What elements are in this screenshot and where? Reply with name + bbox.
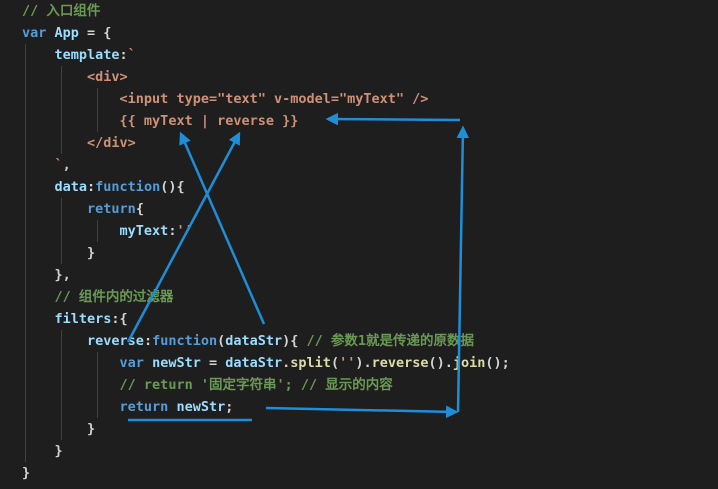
- code-token: },: [54, 267, 71, 283]
- code-token: :: [87, 179, 96, 195]
- code-token: <div>: [87, 69, 128, 85]
- code-token: data: [54, 179, 88, 195]
- code-editor[interactable]: // 入口组件 var App = { template:` <div> <inp…: [0, 0, 718, 489]
- code-token: template: [54, 47, 120, 63]
- code-line[interactable]: <div>: [22, 66, 128, 88]
- arrow-datastr-to-mytext: [179, 131, 266, 325]
- code-token: newStr: [176, 399, 226, 415]
- code-token: =: [200, 355, 226, 371]
- code-token: {{ myText | reverse }}: [119, 113, 299, 129]
- code-token: // 组件内的过滤器: [54, 289, 174, 305]
- code-token: function: [95, 179, 161, 195]
- code-token: reverse: [87, 333, 144, 349]
- code-token: <input type="text" v-model="myText" />: [119, 91, 429, 107]
- code-token: </div>: [87, 135, 136, 151]
- code-token: // 参数1就是传递的原数据: [306, 333, 475, 349]
- code-token: dataStr: [225, 333, 283, 349]
- code-line[interactable]: return{: [22, 198, 144, 220]
- code-line[interactable]: // return '固定字符串'; // 显示的内容: [22, 374, 393, 396]
- code-token: // return '固定字符串'; // 显示的内容: [119, 377, 393, 393]
- code-token: (){: [160, 179, 185, 195]
- arrow-to-output: [325, 112, 461, 126]
- code-token: :: [119, 47, 128, 63]
- code-line[interactable]: var App = {: [22, 22, 111, 44]
- code-line[interactable]: var newStr = dataStr.split('').reverse()…: [22, 352, 510, 374]
- code-token: }: [87, 421, 96, 437]
- code-token: '': [176, 223, 193, 239]
- arrow-return-right: [265, 405, 459, 419]
- code-line[interactable]: }: [22, 418, 95, 440]
- code-token: reverse: [371, 355, 429, 371]
- code-token: filters: [54, 311, 112, 327]
- code-line[interactable]: myText:'': [22, 220, 193, 242]
- code-token: ,: [62, 157, 71, 173]
- code-token: }: [87, 245, 96, 261]
- code-token: App: [54, 25, 79, 41]
- code-token: newStr: [152, 355, 201, 371]
- code-line[interactable]: </div>: [22, 132, 136, 154]
- code-token: (: [330, 355, 340, 371]
- code-token: return: [119, 399, 169, 415]
- code-token: {: [135, 201, 144, 217]
- code-token: var: [22, 25, 47, 41]
- code-line[interactable]: // 入口组件: [22, 0, 100, 22]
- code-token: var: [119, 355, 144, 371]
- code-token: }: [54, 443, 63, 459]
- code-token: // 入口组件: [22, 3, 101, 19]
- code-token: join: [452, 355, 486, 371]
- code-token: dataStr: [225, 355, 283, 371]
- code-token: ().: [428, 355, 453, 371]
- code-token: return: [87, 201, 136, 217]
- code-token: ).: [355, 355, 372, 371]
- code-token: ;: [225, 399, 234, 415]
- code-line[interactable]: // 组件内的过滤器: [22, 286, 174, 308]
- code-token: myText: [119, 223, 169, 239]
- code-token: = {: [78, 25, 112, 41]
- code-token: function: [152, 333, 218, 349]
- code-line[interactable]: return newStr;: [22, 396, 234, 418]
- code-token: `: [127, 47, 136, 63]
- code-line[interactable]: data:function(){: [22, 176, 185, 198]
- code-token: }: [22, 465, 31, 481]
- code-line[interactable]: }: [22, 242, 95, 264]
- code-token: :: [143, 333, 153, 349]
- code-token: ){: [282, 333, 307, 349]
- code-line[interactable]: {{ myText | reverse }}: [22, 110, 299, 132]
- code-line[interactable]: <input type="text" v-model="myText" />: [22, 88, 429, 110]
- code-token: split: [290, 355, 331, 371]
- code-token: ();: [485, 355, 510, 371]
- code-line[interactable]: }: [22, 462, 30, 484]
- code-line[interactable]: `,: [22, 154, 71, 176]
- code-line[interactable]: }: [22, 440, 63, 462]
- code-line[interactable]: filters:{: [22, 308, 128, 330]
- code-token: :{: [111, 311, 128, 327]
- code-token: `: [54, 157, 63, 173]
- code-line[interactable]: template:`: [22, 44, 136, 66]
- code-line[interactable]: },: [22, 264, 71, 286]
- code-token: '': [339, 355, 356, 371]
- code-line[interactable]: reverse:function(dataStr){ // 参数1就是传递的原数…: [22, 330, 474, 352]
